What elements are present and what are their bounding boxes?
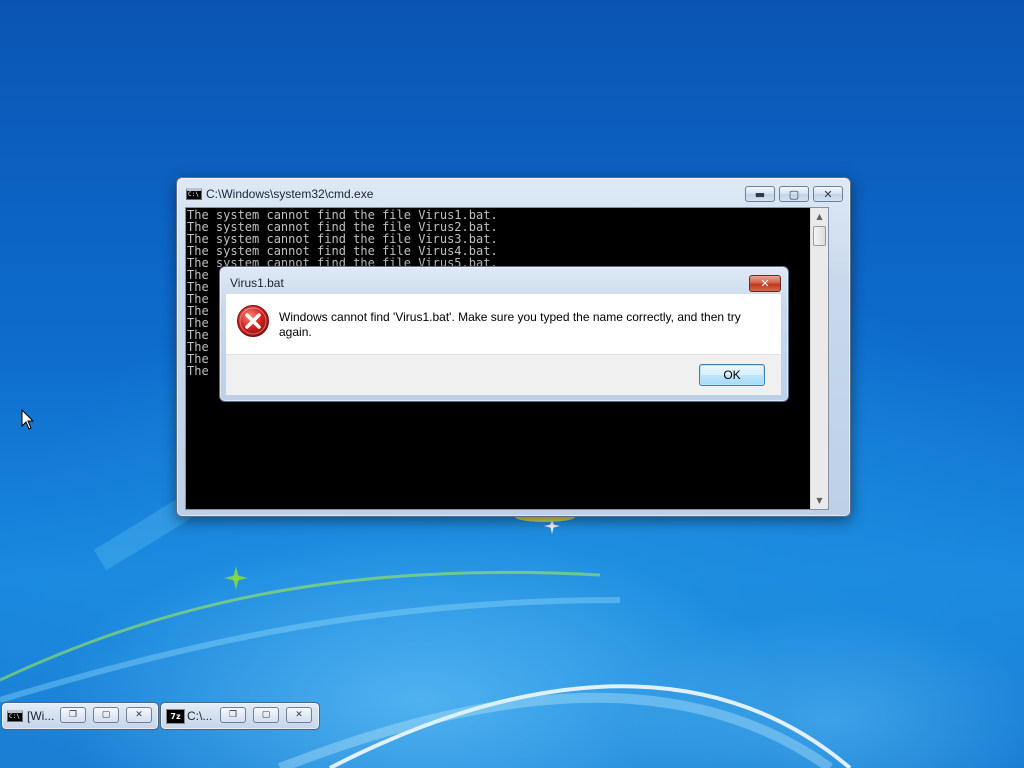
close-icon: ✕ bbox=[135, 710, 143, 720]
maximize-icon: ▢ bbox=[101, 710, 111, 720]
mouse-cursor-icon bbox=[21, 409, 35, 430]
scroll-down-arrow-icon[interactable]: ▼ bbox=[811, 492, 828, 509]
restore-icon: ❐ bbox=[228, 710, 238, 720]
close-icon: ✕ bbox=[295, 710, 303, 720]
close-button[interactable]: ✕ bbox=[126, 707, 152, 723]
console-icon: C:\ bbox=[7, 710, 23, 722]
taskbar-window-1-label: [Wi... bbox=[27, 709, 55, 723]
scroll-up-arrow-icon[interactable]: ▲ bbox=[811, 208, 828, 225]
minimize-button[interactable]: ▬ bbox=[745, 186, 775, 202]
cmd-window-title: C:\Windows\system32\cmd.exe bbox=[206, 187, 374, 201]
error-icon bbox=[237, 305, 269, 337]
close-button[interactable]: ✕ bbox=[286, 707, 312, 723]
taskbar-window-2[interactable]: 7z C:\... ❐ ▢ ✕ bbox=[160, 702, 320, 730]
dialog-close-button[interactable]: ✕ bbox=[749, 275, 781, 292]
vertical-scrollbar[interactable]: ▲ ▼ bbox=[810, 208, 828, 509]
close-icon: ✕ bbox=[823, 187, 833, 201]
ok-button[interactable]: OK bbox=[699, 364, 765, 386]
scroll-thumb[interactable] bbox=[813, 226, 826, 246]
restore-button[interactable]: ❐ bbox=[220, 707, 246, 723]
7zip-icon: 7z bbox=[166, 709, 185, 724]
maximize-icon: ▢ bbox=[261, 710, 271, 720]
error-dialog[interactable]: Virus1.bat ✕ Windows cannot find 'Virus1… bbox=[219, 266, 789, 402]
taskbar-window-1[interactable]: C:\ [Wi... ❐ ▢ ✕ bbox=[1, 702, 159, 730]
console-icon: C:\ bbox=[186, 188, 202, 200]
close-icon: ✕ bbox=[760, 277, 770, 290]
dialog-title: Virus1.bat bbox=[230, 276, 284, 290]
dialog-body: Windows cannot find 'Virus1.bat'. Make s… bbox=[226, 294, 781, 354]
taskbar-window-2-label: C:\... bbox=[187, 709, 213, 723]
maximize-button[interactable]: ▢ bbox=[93, 707, 119, 723]
close-button[interactable]: ✕ bbox=[813, 186, 843, 202]
minimize-icon: ▬ bbox=[754, 187, 766, 201]
maximize-button[interactable]: ▢ bbox=[253, 707, 279, 723]
maximize-button[interactable]: ▢ bbox=[779, 186, 809, 202]
dialog-footer: OK bbox=[226, 354, 781, 395]
restore-button[interactable]: ❐ bbox=[60, 707, 86, 723]
dialog-message: Windows cannot find 'Virus1.bat'. Make s… bbox=[279, 310, 741, 339]
maximize-icon: ▢ bbox=[788, 187, 800, 201]
restore-icon: ❐ bbox=[68, 710, 78, 720]
